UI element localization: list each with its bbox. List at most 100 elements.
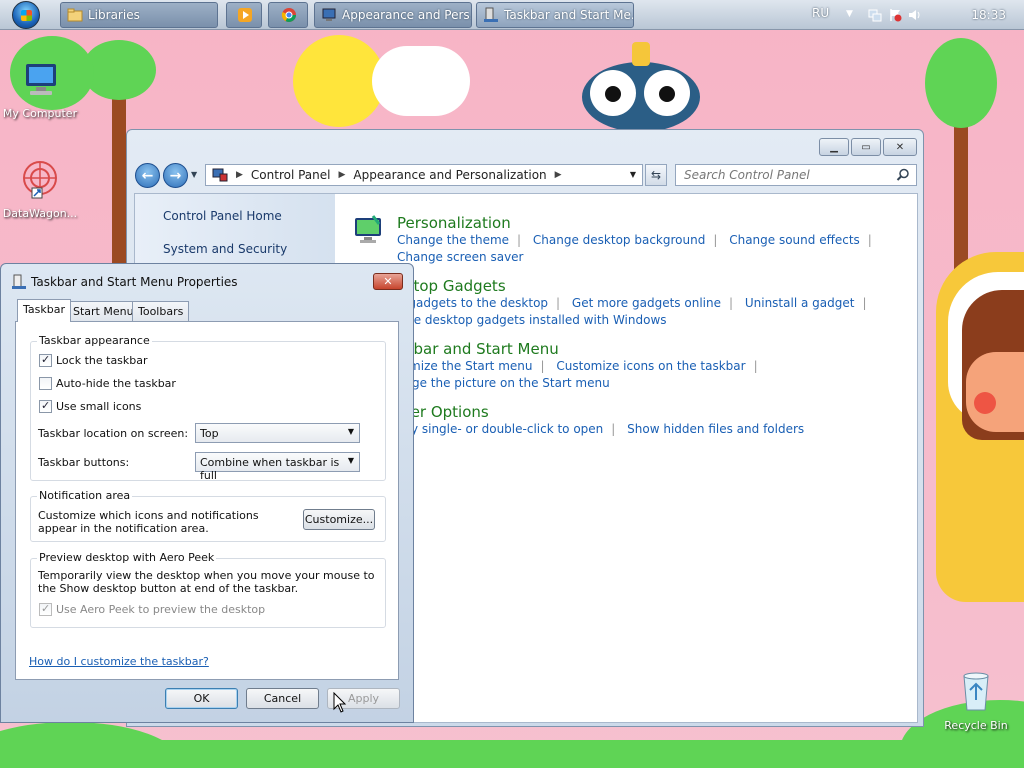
link-change-background[interactable]: Change desktop background: [533, 233, 705, 247]
checkbox-label: Auto-hide the taskbar: [56, 377, 176, 390]
checkbox-box[interactable]: [39, 377, 52, 390]
taskbar-button-appearance[interactable]: Appearance and Pers...: [314, 2, 472, 28]
minimize-button[interactable]: ▁: [819, 138, 849, 156]
desktop-icon-datawagon[interactable]: DataWagon...: [0, 158, 80, 220]
control-panel-icon: [212, 168, 228, 182]
category-title[interactable]: skbar and Start Menu: [397, 340, 766, 358]
control-panel-icon: [322, 8, 336, 21]
breadcrumb-separator-icon[interactable]: ▶: [236, 170, 243, 180]
wallpaper-tree-top: [925, 38, 997, 128]
notification-description: Customize which icons and notifications …: [38, 509, 259, 535]
link-change-sound[interactable]: Change sound effects: [729, 233, 860, 247]
mouse-cursor-icon: [333, 692, 347, 713]
taskbar-button-libraries[interactable]: Libraries: [60, 2, 218, 28]
checkbox-lock-taskbar[interactable]: Lock the taskbar: [39, 353, 148, 367]
breadcrumb-appearance[interactable]: Appearance and Personalization: [353, 168, 546, 182]
buttons-select[interactable]: Combine when taskbar is full ▼: [195, 452, 360, 482]
folder-icon: [67, 8, 83, 22]
group-label: Preview desktop with Aero Peek: [37, 551, 217, 564]
breadcrumb-separator-icon[interactable]: ▶: [339, 170, 346, 180]
link-restore-gadgets[interactable]: tore desktop gadgets installed with Wind…: [397, 313, 667, 327]
category-title[interactable]: Personalization: [397, 214, 880, 232]
breadcrumb-separator-icon[interactable]: ▶: [555, 170, 562, 180]
checkbox-box[interactable]: [39, 602, 52, 616]
desktop-icon-label: Recycle Bin: [944, 719, 1008, 732]
tab-panel: Taskbar appearance Lock the taskbar Auto…: [15, 321, 399, 680]
language-indicator[interactable]: RU: [812, 6, 829, 20]
category-links: Change the theme | Change desktop backgro…: [397, 233, 872, 264]
recent-pages-icon[interactable]: ▼: [191, 170, 197, 179]
clock[interactable]: 18:33: [971, 8, 1006, 22]
search-input[interactable]: Search Control Panel: [675, 164, 917, 186]
forward-button[interactable]: →: [163, 163, 188, 188]
tab-taskbar[interactable]: Taskbar: [17, 299, 71, 322]
dialog-title: Taskbar and Start Menu Properties: [31, 275, 238, 289]
link-get-more-gadgets[interactable]: Get more gadgets online: [572, 296, 721, 310]
link-add-gadgets[interactable]: d gadgets to the desktop: [397, 296, 548, 310]
checkbox-label: Lock the taskbar: [56, 354, 148, 367]
wallpaper-tree: [112, 70, 126, 270]
help-link[interactable]: How do I customize the taskbar?: [29, 655, 209, 668]
link-change-screen-saver[interactable]: Change screen saver: [397, 250, 524, 264]
windows-logo-icon: [12, 1, 40, 29]
group-taskbar-appearance: Taskbar appearance Lock the taskbar Auto…: [30, 334, 386, 482]
sidebar-item-system-security[interactable]: System and Security: [163, 242, 287, 256]
chrome-icon: [281, 8, 296, 22]
close-button[interactable]: ✕: [373, 273, 403, 290]
tab-start-menu[interactable]: Start Menu: [67, 301, 140, 322]
group-aero-peek: Preview desktop with Aero Peek Temporari…: [30, 551, 386, 628]
desktop-icon-label: My Computer: [2, 107, 78, 120]
link-customize-start-menu[interactable]: tomize the Start menu: [397, 359, 533, 373]
maximize-button[interactable]: ▭: [851, 138, 881, 156]
cancel-button[interactable]: Cancel: [246, 688, 319, 709]
category-title[interactable]: sktop Gadgets: [397, 277, 874, 295]
back-button[interactable]: ←: [135, 163, 160, 188]
datawagon-icon: [23, 161, 57, 199]
volume-icon[interactable]: [908, 8, 922, 22]
breadcrumb-control-panel[interactable]: Control Panel: [251, 168, 331, 182]
checkbox-label: Use small icons: [56, 400, 142, 413]
wallpaper-owl: [582, 42, 700, 132]
checkbox-box[interactable]: [39, 353, 52, 367]
desktop-icon-recycle-bin[interactable]: Recycle Bin: [936, 668, 1016, 732]
tab-toolbars[interactable]: Toolbars: [132, 301, 190, 322]
taskbar-button-taskbar-props[interactable]: Taskbar and Start Me...: [476, 2, 634, 28]
address-dropdown-icon[interactable]: ▼: [630, 170, 636, 179]
ok-button[interactable]: OK: [165, 688, 238, 709]
category-taskbar-start-menu: skbar and Start Menu tomize the Start me…: [397, 340, 766, 392]
address-bar[interactable]: ▶ Control Panel ▶ Appearance and Persona…: [205, 164, 643, 186]
sidebar-item-home[interactable]: Control Panel Home: [163, 209, 282, 223]
taskbar-properties-icon: [12, 274, 26, 289]
search-icon[interactable]: [896, 168, 910, 182]
wallpaper-cloud: [372, 46, 470, 116]
link-change-start-picture[interactable]: ange the picture on the Start menu: [397, 376, 610, 390]
category-folder-options: lder Options cify single- or double-clic…: [397, 403, 812, 438]
close-button[interactable]: ✕: [883, 138, 917, 156]
category-links: cify single- or double-click to open | Sh…: [397, 422, 805, 436]
start-button[interactable]: [6, 0, 46, 30]
link-customize-taskbar-icons[interactable]: Customize icons on the taskbar: [556, 359, 745, 373]
network-icon[interactable]: [868, 8, 882, 22]
buttons-label: Taskbar buttons:: [38, 456, 130, 469]
checkbox-box[interactable]: [39, 399, 52, 413]
group-label: Taskbar appearance: [37, 334, 152, 347]
link-single-double-click[interactable]: cify single- or double-click to open: [397, 422, 603, 436]
refresh-button[interactable]: ⇆: [645, 164, 667, 186]
category-title[interactable]: lder Options: [397, 403, 812, 421]
desktop-icon-my-computer[interactable]: My Computer: [0, 58, 80, 120]
action-center-icon[interactable]: [888, 8, 902, 22]
link-uninstall-gadget[interactable]: Uninstall a gadget: [745, 296, 855, 310]
checkbox-small-icons[interactable]: Use small icons: [39, 399, 142, 413]
checkbox-aero-peek[interactable]: Use Aero Peek to preview the desktop: [39, 602, 265, 616]
chevron-down-icon: ▼: [347, 456, 354, 465]
link-show-hidden-files[interactable]: Show hidden files and folders: [627, 422, 804, 436]
checkbox-auto-hide[interactable]: Auto-hide the taskbar: [39, 377, 176, 390]
taskbar-button-chrome[interactable]: [268, 2, 308, 28]
tray-expand-icon[interactable]: ▼: [846, 9, 853, 19]
wallpaper-ground: [0, 740, 1024, 768]
location-select[interactable]: Top ▼: [195, 423, 360, 443]
customize-button[interactable]: Customize...: [303, 509, 375, 530]
taskbar-button-media-player[interactable]: [226, 2, 262, 28]
link-change-theme[interactable]: Change the theme: [397, 233, 509, 247]
group-notification-area: Notification area Customize which icons …: [30, 489, 386, 542]
